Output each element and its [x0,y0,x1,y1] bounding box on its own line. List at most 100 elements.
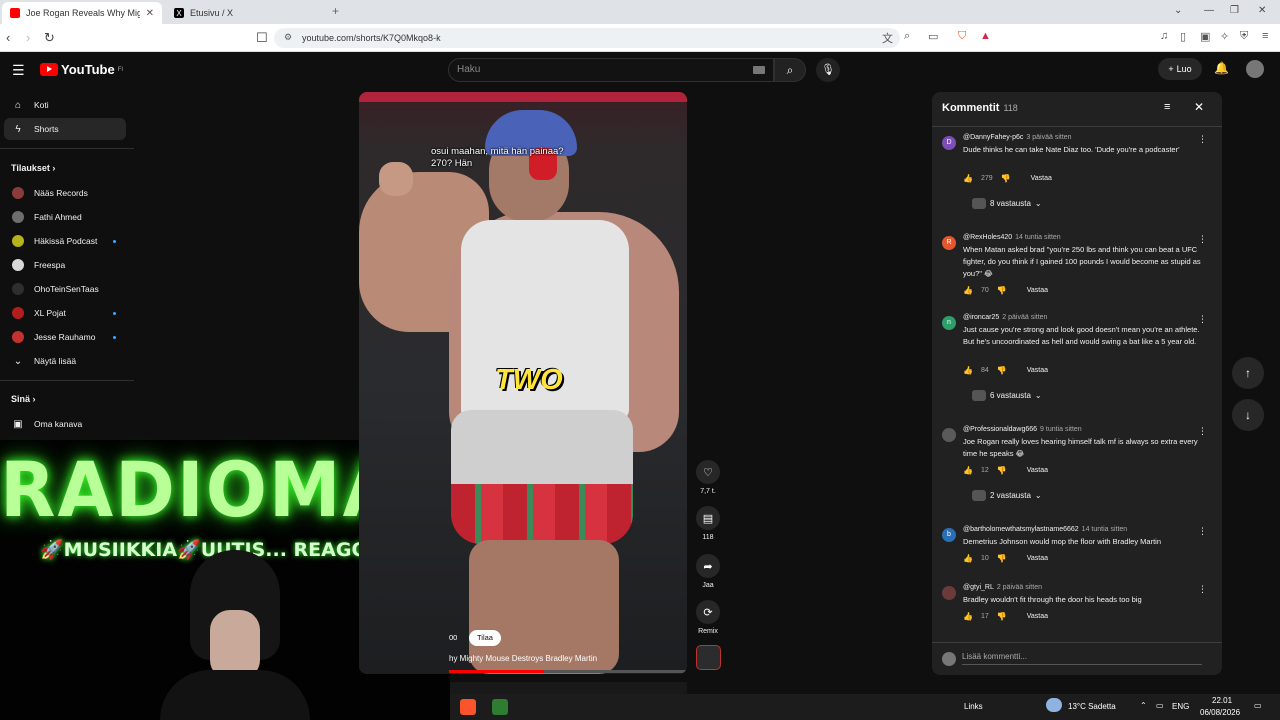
comment-author[interactable]: @bartholomewthatsmylastname6662 14 tuntia… [963,526,1127,533]
comments-button[interactable]: ▤ 118 [694,506,722,541]
short-title[interactable]: hy Mighty Mouse Destroys Bradley Martin [449,654,597,663]
subscribe-button[interactable]: Tilaa [469,630,501,646]
sort-icon[interactable]: ≡ [1164,101,1170,113]
thumbs-down-icon[interactable]: 👎 [997,554,1007,563]
zoom-icon[interactable]: ⌕ [904,30,910,43]
back-icon[interactable]: ‹ [6,30,10,45]
clock-time[interactable]: 22.01 [1212,696,1232,705]
close-window-icon[interactable]: ✕ [1258,5,1266,16]
notification-center-icon[interactable]: ▭ [1254,701,1262,710]
sidebar-toggle-icon[interactable]: ▯ [1180,30,1186,43]
minimize-icon[interactable]: — [1204,5,1214,16]
restore-icon[interactable]: ❐ [1230,5,1239,16]
sidebar-item-shorts[interactable]: ϟ Shorts [4,118,126,140]
commenter-avatar[interactable]: b [942,528,956,542]
view-replies-button[interactable]: 8 vastausta ⌄ [972,198,1042,209]
next-short-button[interactable]: ↓ [1232,399,1264,431]
url-field[interactable]: ⚙ youtube.com/shorts/K7Q0Mkqo8-k [274,28,900,48]
thumbs-down-icon[interactable]: 👎 [997,286,1007,295]
you-heading[interactable]: Sinä › [11,394,36,404]
network-icon[interactable]: ▭ [1156,701,1164,710]
sidebar-item-subscription[interactable]: OhoTeinSenTaas [4,278,126,300]
thumbs-down-icon[interactable]: 👎 [1001,174,1011,183]
reply-button[interactable]: Vastaa [1027,467,1048,474]
share-button[interactable]: ➦ Jaa [694,554,722,589]
app-taskbar-icon[interactable] [492,699,508,715]
comment-author[interactable]: @Professionaldawg666 9 tuntia sitten [963,426,1082,433]
commenter-avatar[interactable]: n [942,316,956,330]
bookmark-icon[interactable]: ☐ [256,30,268,46]
thumbs-up-icon[interactable]: 👍 [963,286,973,295]
thumbs-up-icon[interactable]: 👍 [963,174,973,183]
keyboard-icon[interactable] [753,66,765,74]
comment-author[interactable]: @gtyi_RL 2 päivää sitten [963,584,1042,591]
browser-tab-x[interactable]: X Etusivu / X [166,2,326,24]
close-icon[interactable]: ✕ [1194,100,1204,114]
reply-button[interactable]: Vastaa [1031,175,1052,182]
thumbs-down-icon[interactable]: 👎 [997,466,1007,475]
forward-icon[interactable]: › [26,30,30,45]
sidebar-item-subscription[interactable]: Freespa [4,254,126,276]
reload-icon[interactable]: ↻ [44,30,55,46]
reply-button[interactable]: Vastaa [1027,613,1048,620]
add-comment-input[interactable]: Lisää kommentti... [962,652,1202,665]
tray-chevron-icon[interactable]: ⌃ [1140,701,1147,710]
view-replies-button[interactable]: 6 vastausta ⌄ [972,390,1042,401]
reply-button[interactable]: Vastaa [1027,367,1048,374]
translate-icon[interactable]: 文 [882,30,893,46]
thumbs-up-icon[interactable]: 👍 [963,466,973,475]
cast-icon[interactable]: ▭ [928,30,938,43]
brave-taskbar-icon[interactable] [460,699,476,715]
media-icon[interactable]: ♫ [1160,30,1168,42]
thumbs-up-icon[interactable]: 👍 [963,554,973,563]
thumbs-down-icon[interactable]: 👎 [997,366,1007,375]
commenter-avatar[interactable] [942,428,956,442]
menu-icon[interactable]: ≡ [1262,30,1268,42]
browser-tab-youtube[interactable]: Joe Rogan Reveals Why Migh ✕ [2,2,162,24]
thumbs-down-icon[interactable]: 👎 [997,612,1007,621]
search-input[interactable]: Haku [448,58,774,82]
sidebar-item-subscription[interactable]: Jesse Rauhamo [4,326,126,348]
commenter-avatar[interactable]: R [942,236,956,250]
brave-rewards-icon[interactable]: ▲ [980,30,991,42]
notifications-bell-icon[interactable]: 🔔 [1214,61,1229,75]
site-info-icon[interactable]: ⚙ [284,32,292,43]
comment-author[interactable]: @RexHoles420 14 tuntia sitten [963,234,1061,241]
sidebar-item-subscription[interactable]: Nääs Records [4,182,126,204]
like-button[interactable]: ♡ 7,7 t. [694,460,722,495]
weather-text[interactable]: 13°C Sadetta [1068,702,1116,711]
new-tab-icon[interactable]: + [332,4,339,18]
vpn-icon[interactable]: ⛨ [1240,30,1248,43]
video-progress-bar[interactable] [449,670,687,673]
search-button[interactable]: ⌕ [774,58,806,82]
clock-date[interactable]: 06/08/2026 [1200,708,1240,717]
hamburger-menu-icon[interactable]: ☰ [12,62,25,79]
sidebar-item-home[interactable]: ⌂ Koti [4,94,126,116]
sidebar-item-subscription[interactable]: Häkissä Podcast [4,230,126,252]
subscriptions-heading[interactable]: Tilaukset › [11,163,55,173]
shorts-video-player[interactable]: osui maahan, mitä hän painaa? 270? Hän TW… [359,92,687,674]
comment-author[interactable]: @DannyFahey-p6c 3 päivää sitten [963,134,1072,141]
thumbs-up-icon[interactable]: 👍 [963,366,973,375]
reply-button[interactable]: Vastaa [1027,287,1048,294]
commenter-avatar[interactable]: D [942,136,956,150]
account-avatar[interactable] [1246,60,1264,78]
remix-button[interactable]: ⟳ Remix [694,600,722,635]
links-toolbar[interactable]: Links [964,702,983,711]
tab-search-icon[interactable]: ⌄ [1174,5,1182,16]
create-button[interactable]: + Luo [1158,58,1202,80]
sidebar-item-subscription[interactable]: Fathi Ahmed [4,206,126,228]
channel-avatar[interactable] [696,645,721,670]
sidebar-item-your-channel[interactable]: ▣ Oma kanava [4,413,126,435]
view-replies-button[interactable]: 2 vastausta ⌄ [972,490,1042,501]
thumbs-up-icon[interactable]: 👍 [963,612,973,621]
youtube-logo[interactable]: YouTube FI [40,62,123,77]
comment-author[interactable]: @ironcar25 2 päivää sitten [963,314,1047,321]
input-language[interactable]: ENG [1172,702,1189,711]
brave-shield-icon[interactable]: ⛉ [958,30,966,43]
commenter-avatar[interactable] [942,586,956,600]
leo-icon[interactable]: ✧ [1220,30,1229,43]
reply-button[interactable]: Vastaa [1027,555,1048,562]
sidebar-item-subscription[interactable]: XL Pojat [4,302,126,324]
voice-search-button[interactable]: 🎙 [816,58,840,82]
